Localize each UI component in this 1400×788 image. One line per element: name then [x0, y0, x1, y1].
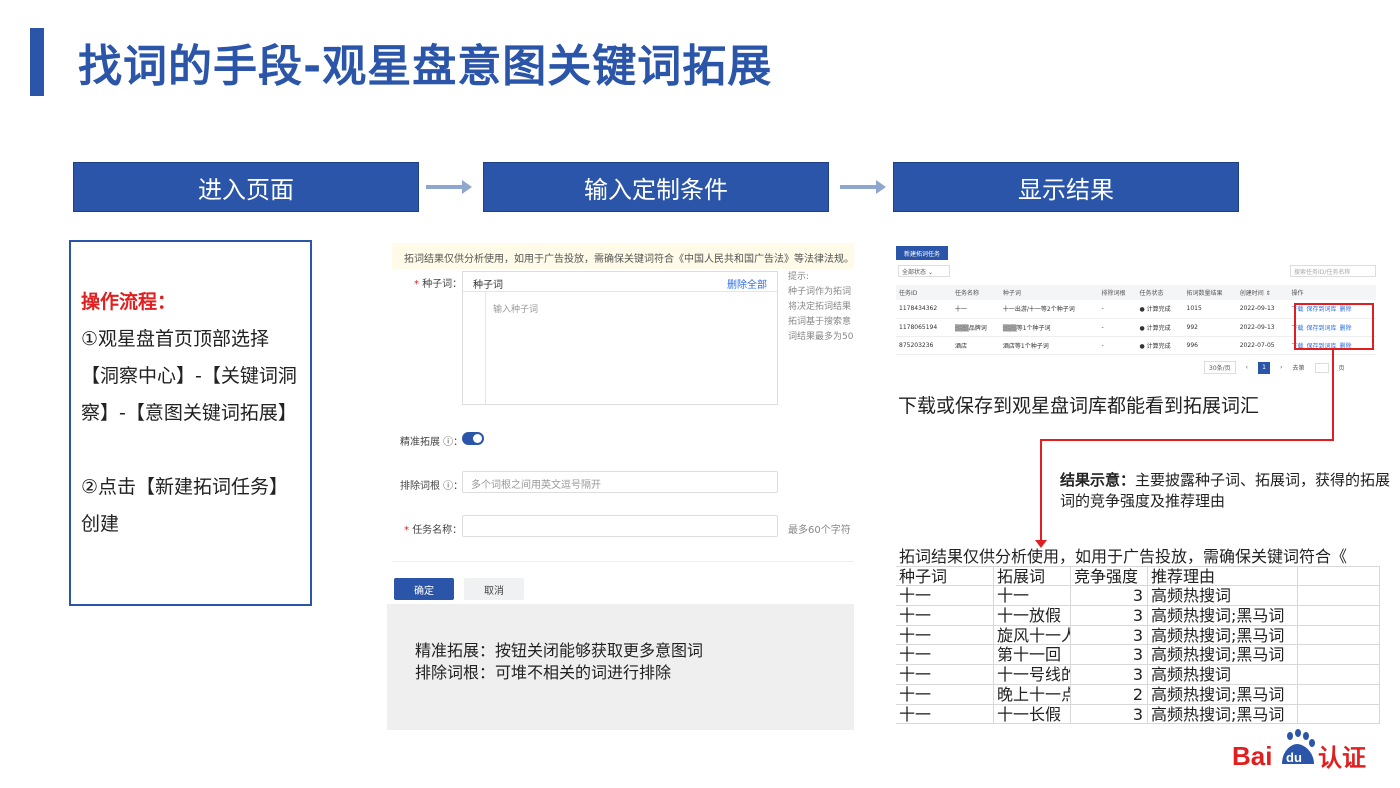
precise-expand-toggle[interactable] — [462, 432, 484, 445]
svg-text:Bai: Bai — [1232, 741, 1272, 771]
flow-step-2: ②点击【新建拓词任务】创建 — [81, 476, 289, 535]
task-search-input[interactable]: 搜索任务ID/任务名称 — [1290, 265, 1376, 277]
callout-line — [1040, 439, 1042, 543]
flow-heading: 操作流程： — [81, 291, 177, 313]
seed-label: * 种子词： — [414, 279, 463, 290]
table-row: 十一 十一 3 高频热搜词 — [896, 586, 1380, 607]
table-row: 十一 第十一回 3 高频热搜词;黑马词 — [896, 645, 1380, 666]
explanation-note: 精准拓展：按钮关闭能够获取更多意图词 排除词根：可堆不相关的词进行排除 — [387, 604, 854, 730]
chevron-down-icon: ⌄ — [927, 269, 933, 276]
note-line-1: 精准拓展：按钮关闭能够获取更多意图词 — [415, 641, 704, 660]
actions-highlight-box — [1294, 303, 1374, 350]
page-number[interactable]: 1 — [1258, 361, 1271, 374]
prev-page-icon[interactable]: ‹ — [1246, 364, 1248, 371]
seed-hint: 提示: 种子词作为拓词 将决定拓词结果 拓词基于搜索意 词结果最多为50 — [788, 272, 854, 342]
export-spreadsheet: 拓词结果仅供分析使用，如用于广告投放，需确保关键词符合《 种子词 拓展词 竞争强度推… — [896, 547, 1380, 728]
seed-input[interactable]: 输入种子词 — [493, 302, 538, 315]
status-filter-select[interactable]: 全部状态 ⌄ — [898, 265, 950, 277]
callout-line — [1332, 350, 1334, 440]
result-caption: 结果示意：主要披露种子词、拓展词，获得的拓展词的竞争强度及推荐理由 — [1060, 471, 1391, 510]
new-task-button[interactable]: 新建拓词任务 — [896, 246, 948, 260]
exclude-roots-input[interactable]: 多个词根之间用英文逗号隔开 — [462, 471, 778, 493]
table-row: 十一 晚上十一点 2 高频热搜词;黑马词 — [896, 684, 1380, 705]
table-row: 种子词 拓展词 竞争强度 推荐理由 — [896, 566, 1380, 587]
custom-conditions-form: 拓词结果仅供分析使用，如用于广告投放，需确保关键词符合《中国人民共和国广告法》等… — [392, 243, 854, 605]
step-enter-page: 进入页面 — [73, 162, 419, 212]
form-divider — [392, 561, 854, 562]
page-unit: 页 — [1338, 365, 1345, 372]
seed-column-header: 种子词 — [473, 280, 503, 291]
task-name-input[interactable] — [462, 515, 778, 537]
pagination: 30条/页 ‹ 1 › 去第 页 — [1204, 361, 1345, 374]
step-input-conditions: 输入定制条件 — [483, 162, 829, 212]
step-show-results: 显示结果 — [893, 162, 1239, 212]
svg-text:du: du — [1286, 750, 1302, 765]
law-notice: 拓词结果仅供分析使用，如用于广告投放，需确保关键词符合《中国人民共和国广告法》等… — [392, 243, 854, 269]
confirm-button[interactable]: 确定 — [394, 578, 454, 600]
seed-divider — [485, 292, 486, 404]
goto-label: 去第 — [1292, 365, 1305, 372]
svg-text:认证: 认证 — [1318, 744, 1366, 772]
cancel-button[interactable]: 取消 — [464, 578, 524, 600]
arrow-right-icon — [426, 180, 472, 194]
spreadsheet-notice: 拓词结果仅供分析使用，如用于广告投放，需确保关键词符合《 — [899, 547, 1348, 566]
seed-word-box[interactable]: 种子词 删除全部 输入种子词 — [462, 271, 778, 405]
note-line-2: 排除词根：可堆不相关的词进行排除 — [415, 663, 672, 682]
table-row: 十一 十一放假 3 高频热搜词;黑马词 — [896, 606, 1380, 626]
download-caption: 下载或保存到观星盘词库都能看到拓展词汇 — [898, 395, 1260, 417]
page-size-select[interactable]: 30条/页 — [1204, 361, 1236, 374]
operation-flow-box: 操作流程： ①观星盘首页顶部选择【洞察中心】-【关键词洞察】-【意图关键词拓展】… — [69, 240, 312, 606]
goto-input[interactable] — [1314, 362, 1329, 373]
table-row: 十一 旋风十一人 3 高频热搜词;黑马词 — [896, 625, 1380, 646]
delete-all-link[interactable]: 删除全部 — [727, 276, 767, 291]
task-name-hint: 最多60个字符 — [788, 525, 851, 536]
table-row: 十一 十一号线的 3 高频热搜词 — [896, 665, 1380, 685]
callout-line — [1040, 439, 1334, 441]
precise-expand-label: 精准拓展 ⓘ： — [400, 437, 464, 448]
next-page-icon[interactable]: › — [1280, 364, 1282, 371]
arrow-right-icon — [840, 180, 886, 194]
task-name-label: * 任务名称： — [404, 525, 463, 536]
table-row: 十一 十一长假 3 高频热搜词;黑马词 — [896, 704, 1380, 725]
baidu-certification-logo: Bai du 认证 — [1232, 729, 1366, 772]
page-title: 找词的手段-观星盘意图关键词拓展 — [78, 41, 773, 92]
title-accent-bar — [30, 28, 44, 96]
exclude-roots-label: 排除词根 ⓘ： — [400, 481, 464, 492]
flow-step-1: ①观星盘首页顶部选择【洞察中心】-【关键词洞察】-【意图关键词拓展】 — [81, 328, 297, 424]
